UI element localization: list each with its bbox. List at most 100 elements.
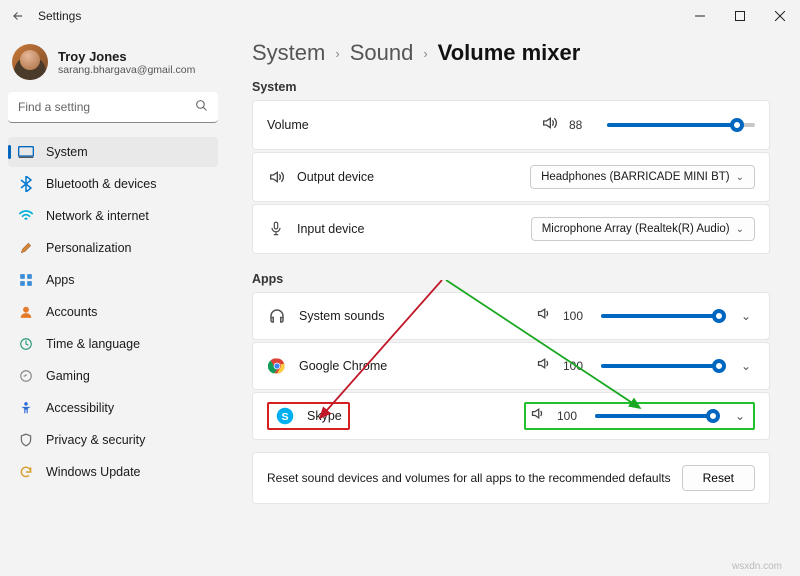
skype-icon: S (275, 406, 295, 426)
wifi-icon (18, 208, 34, 224)
search-icon (195, 99, 208, 115)
search-placeholder: Find a setting (18, 100, 90, 114)
sidebar-item-label: Apps (46, 273, 75, 287)
search-input[interactable]: Find a setting (8, 92, 218, 123)
chevron-down-icon: ⌄ (736, 224, 744, 235)
volume-label: Volume (267, 118, 529, 132)
nav: System Bluetooth & devices Network & int… (8, 137, 218, 487)
breadcrumb-sound[interactable]: Sound (350, 40, 414, 66)
expand-button[interactable]: ⌄ (737, 309, 755, 323)
expand-button[interactable]: ⌄ (731, 409, 749, 423)
watermark: wsxdn.com (732, 561, 782, 572)
sidebar-item-label: Accessibility (46, 401, 114, 415)
svg-text:S: S (281, 411, 288, 423)
app-volume-slider[interactable] (595, 408, 713, 424)
profile-block[interactable]: Troy Jones sarang.bhargava@gmail.com (8, 40, 218, 92)
app-volume-value: 100 (563, 309, 589, 323)
sidebar-item-label: Personalization (46, 241, 131, 255)
sidebar-item-network[interactable]: Network & internet (8, 201, 218, 231)
volume-card: Volume 88 (252, 100, 770, 150)
input-device-value: Microphone Array (Realtek(R) Audio) (542, 223, 730, 235)
volume-value: 88 (569, 118, 595, 132)
sidebar-item-system[interactable]: System (8, 137, 218, 167)
window-title: Settings (38, 9, 81, 23)
speaker-icon[interactable] (541, 115, 557, 136)
output-device-value: Headphones (BARRICADE MINI BT) (541, 171, 730, 183)
output-device-label: Output device (297, 170, 518, 184)
sidebar-item-personalization[interactable]: Personalization (8, 233, 218, 263)
titlebar: Settings (0, 0, 800, 32)
input-device-dropdown[interactable]: Microphone Array (Realtek(R) Audio) ⌄ (531, 217, 755, 241)
breadcrumb: System › Sound › Volume mixer (252, 40, 770, 66)
app-volume-slider[interactable] (601, 358, 719, 374)
sidebar-item-label: System (46, 145, 88, 159)
sidebar-item-label: Time & language (46, 337, 140, 351)
chevron-down-icon: ⌄ (736, 172, 744, 183)
person-icon (18, 304, 34, 320)
input-device-card: Input device Microphone Array (Realtek(R… (252, 204, 770, 254)
app-volume-value: 100 (557, 409, 583, 423)
breadcrumb-system[interactable]: System (252, 40, 325, 66)
close-button[interactable] (760, 0, 800, 32)
sidebar-item-windows-update[interactable]: Windows Update (8, 457, 218, 487)
sidebar-item-label: Windows Update (46, 465, 141, 479)
expand-button[interactable]: ⌄ (737, 359, 755, 373)
sidebar-item-label: Accounts (46, 305, 97, 319)
app-name: Google Chrome (299, 359, 524, 373)
gaming-icon (18, 368, 34, 384)
speaker-icon[interactable] (536, 356, 551, 376)
reset-description: Reset sound devices and volumes for all … (267, 471, 671, 485)
apps-icon (18, 272, 34, 288)
app-card-skype: S Skype 100 ⌄ (252, 392, 770, 440)
microphone-icon (267, 221, 285, 237)
page-title: Volume mixer (438, 40, 581, 66)
section-label-apps: Apps (252, 272, 770, 286)
profile-email: sarang.bhargava@gmail.com (58, 64, 195, 76)
bluetooth-icon (18, 176, 34, 192)
sidebar-item-time-language[interactable]: Time & language (8, 329, 218, 359)
back-button[interactable] (6, 4, 30, 28)
shield-icon (18, 432, 34, 448)
app-volume-slider[interactable] (601, 308, 719, 324)
app-name: Skype (307, 409, 342, 423)
speaker-icon[interactable] (530, 406, 545, 426)
sidebar: Troy Jones sarang.bhargava@gmail.com Fin… (0, 32, 226, 576)
sidebar-item-label: Gaming (46, 369, 90, 383)
sidebar-item-accessibility[interactable]: Accessibility (8, 393, 218, 423)
accessibility-icon (18, 400, 34, 416)
chevron-right-icon: › (423, 46, 427, 61)
apps-list: System sounds 100 ⌄ Google Chrome 100 ⌄ (252, 292, 770, 440)
clock-globe-icon (18, 336, 34, 352)
speaker-icon (267, 169, 285, 185)
minimize-button[interactable] (680, 0, 720, 32)
main-content: System › Sound › Volume mixer System Vol… (226, 32, 800, 576)
window-controls (680, 0, 800, 32)
sidebar-item-privacy[interactable]: Privacy & security (8, 425, 218, 455)
paintbrush-icon (18, 240, 34, 256)
output-device-card: Output device Headphones (BARRICADE MINI… (252, 152, 770, 202)
avatar (12, 44, 48, 80)
sidebar-item-gaming[interactable]: Gaming (8, 361, 218, 391)
chevron-right-icon: › (335, 46, 339, 61)
display-icon (18, 144, 34, 160)
reset-card: Reset sound devices and volumes for all … (252, 452, 770, 504)
sidebar-item-apps[interactable]: Apps (8, 265, 218, 295)
update-icon (18, 464, 34, 480)
reset-button[interactable]: Reset (682, 465, 755, 491)
maximize-button[interactable] (720, 0, 760, 32)
speaker-icon[interactable] (536, 306, 551, 326)
output-device-dropdown[interactable]: Headphones (BARRICADE MINI BT) ⌄ (530, 165, 755, 189)
profile-name: Troy Jones (58, 49, 195, 64)
sidebar-item-label: Network & internet (46, 209, 149, 223)
app-volume-value: 100 (563, 359, 589, 373)
sidebar-item-accounts[interactable]: Accounts (8, 297, 218, 327)
chrome-icon (267, 356, 287, 376)
sidebar-item-label: Privacy & security (46, 433, 145, 447)
app-name: System sounds (299, 309, 524, 323)
input-device-label: Input device (297, 222, 519, 236)
headphones-icon (267, 306, 287, 326)
section-label-system: System (252, 80, 770, 94)
sidebar-item-bluetooth[interactable]: Bluetooth & devices (8, 169, 218, 199)
sidebar-item-label: Bluetooth & devices (46, 177, 157, 191)
volume-slider[interactable] (607, 117, 755, 133)
